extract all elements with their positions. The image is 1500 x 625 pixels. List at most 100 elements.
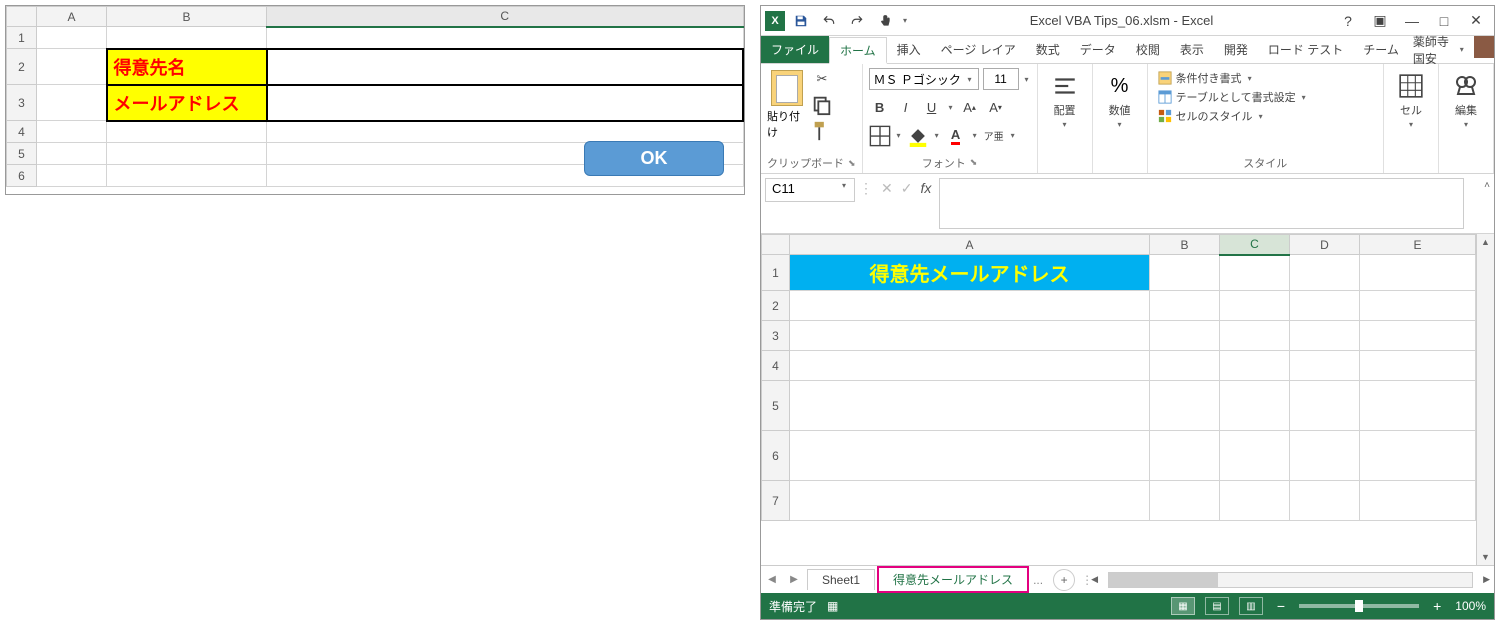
col-header-b[interactable]: B	[107, 7, 267, 27]
fx-vdots-icon[interactable]: ⋮	[859, 180, 873, 197]
cell[interactable]	[790, 351, 1150, 381]
format-painter-icon[interactable]	[811, 120, 833, 142]
tab-view[interactable]: 表示	[1170, 36, 1214, 63]
col-b[interactable]: B	[1150, 235, 1220, 255]
view-pagelayout-icon[interactable]: ▤	[1205, 597, 1229, 615]
cell[interactable]	[1220, 481, 1290, 521]
col-header-a[interactable]: A	[37, 7, 107, 27]
zoom-level[interactable]: 100%	[1455, 599, 1486, 613]
shrink-font-icon[interactable]: A▾	[985, 96, 1007, 118]
sheet-tab-customer-mail[interactable]: 得意先メールアドレス	[877, 566, 1029, 593]
cell[interactable]	[1220, 351, 1290, 381]
row-header-4[interactable]: 4	[7, 121, 37, 143]
zoom-in-button[interactable]: +	[1429, 598, 1445, 614]
cell[interactable]	[1220, 291, 1290, 321]
cell[interactable]	[790, 291, 1150, 321]
underline-button[interactable]: U	[921, 96, 943, 118]
col-a[interactable]: A	[790, 235, 1150, 255]
cell-a1[interactable]: 得意先メールアドレス	[790, 255, 1150, 291]
cell[interactable]	[1290, 255, 1360, 291]
tab-pagelayout[interactable]: ページ レイア	[931, 36, 1026, 63]
label-customer-name[interactable]: 得意先名	[107, 49, 267, 85]
cell[interactable]	[1360, 381, 1476, 431]
alignment-button[interactable]: 配置 ▾	[1044, 68, 1086, 133]
cell[interactable]	[37, 165, 107, 187]
row-header-3[interactable]: 3	[7, 85, 37, 121]
cell[interactable]	[1360, 431, 1476, 481]
input-mail-address[interactable]	[267, 85, 744, 121]
cell[interactable]	[790, 321, 1150, 351]
row-2[interactable]: 2	[762, 291, 790, 321]
hscroll-left-icon[interactable]: ◀	[1087, 574, 1102, 585]
zoom-out-button[interactable]: −	[1273, 598, 1289, 614]
cell-styles-button[interactable]: セルのスタイル▾	[1158, 108, 1373, 124]
ok-button[interactable]: OK	[584, 141, 724, 176]
fill-color-icon[interactable]	[907, 125, 929, 147]
cell[interactable]	[1150, 481, 1220, 521]
tab-insert[interactable]: 挿入	[887, 36, 931, 63]
cell[interactable]	[107, 121, 267, 143]
sheet-nav-prev-icon[interactable]: ◀	[761, 574, 783, 585]
fx-cancel-icon[interactable]: ✕	[881, 180, 893, 197]
row-header-2[interactable]: 2	[7, 49, 37, 85]
tab-formulas[interactable]: 数式	[1026, 36, 1070, 63]
touch-mode-icon[interactable]	[873, 9, 897, 33]
hscroll-right-icon[interactable]: ▶	[1479, 574, 1494, 585]
tab-loadtest[interactable]: ロード テスト	[1258, 36, 1353, 63]
col-e[interactable]: E	[1360, 235, 1476, 255]
cell[interactable]	[1150, 351, 1220, 381]
scroll-up-icon[interactable]: ▲	[1477, 234, 1494, 250]
edit-button[interactable]: 編集 ▾	[1445, 68, 1487, 133]
font-size-dropdown[interactable]: 11	[983, 68, 1019, 90]
name-box[interactable]: C11▾	[765, 178, 855, 202]
cell[interactable]	[37, 143, 107, 165]
select-all-corner[interactable]	[7, 7, 37, 27]
fx-icon[interactable]: fx	[920, 180, 931, 196]
new-sheet-button[interactable]: +	[1053, 569, 1075, 591]
cell[interactable]	[1360, 255, 1476, 291]
help-icon[interactable]: ?	[1334, 10, 1362, 32]
font-color-icon[interactable]: A	[945, 125, 967, 147]
cell[interactable]	[1150, 321, 1220, 351]
row-header-6[interactable]: 6	[7, 165, 37, 187]
row-6[interactable]: 6	[762, 431, 790, 481]
maximize-icon[interactable]: □	[1430, 10, 1458, 32]
number-button[interactable]: % 数値 ▾	[1099, 68, 1141, 133]
copy-icon[interactable]	[811, 94, 833, 116]
font-launcher-icon[interactable]: ⬊	[970, 157, 978, 168]
cell[interactable]	[1290, 321, 1360, 351]
cell[interactable]	[37, 49, 107, 85]
qat-customize-icon[interactable]: ▾	[901, 16, 909, 25]
cell[interactable]	[1150, 431, 1220, 481]
cell[interactable]	[1150, 381, 1220, 431]
cell[interactable]	[1150, 255, 1220, 291]
cell[interactable]	[1220, 431, 1290, 481]
signin-name[interactable]: 薬師寺国安 ▾	[1409, 36, 1470, 63]
cell[interactable]	[107, 165, 267, 187]
cell[interactable]	[1150, 291, 1220, 321]
tab-data[interactable]: データ	[1070, 36, 1126, 63]
cell[interactable]	[790, 481, 1150, 521]
cell[interactable]	[37, 27, 107, 49]
cell[interactable]	[1290, 351, 1360, 381]
cell[interactable]	[1360, 291, 1476, 321]
formula-collapse-icon[interactable]: ˄	[1480, 174, 1494, 233]
sheet-nav-next-icon[interactable]: ▶	[783, 574, 805, 585]
horizontal-scrollbar[interactable]	[1108, 572, 1473, 588]
col-d[interactable]: D	[1290, 235, 1360, 255]
zoom-slider[interactable]	[1299, 604, 1419, 608]
col-c[interactable]: C	[1220, 235, 1290, 255]
ruby-icon[interactable]: ア亜	[983, 125, 1005, 147]
cells-button[interactable]: セル ▾	[1390, 68, 1432, 133]
tab-file[interactable]: ファイル	[761, 36, 829, 63]
cell[interactable]	[1290, 481, 1360, 521]
undo-icon[interactable]	[817, 9, 841, 33]
format-as-table-button[interactable]: テーブルとして書式設定▾	[1158, 89, 1373, 105]
input-customer-name[interactable]	[267, 49, 744, 85]
sheet-tabs-more[interactable]: ...	[1029, 573, 1047, 587]
italic-button[interactable]: I	[895, 96, 917, 118]
row-5[interactable]: 5	[762, 381, 790, 431]
view-pagebreak-icon[interactable]: ▥	[1239, 597, 1263, 615]
clipboard-launcher-icon[interactable]: ⬊	[848, 158, 856, 169]
row-1[interactable]: 1	[762, 255, 790, 291]
